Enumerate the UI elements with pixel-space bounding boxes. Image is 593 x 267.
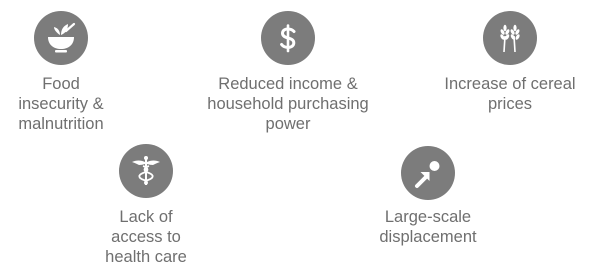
health-care-label: Lack of access to health care xyxy=(105,208,187,266)
displacement-item: Large-scale displacement xyxy=(358,146,498,247)
health-care-item: Lack of access to health care xyxy=(90,144,202,267)
displacement-arrow-icon xyxy=(401,146,455,200)
displacement-label: Large-scale displacement xyxy=(379,208,477,246)
food-bowl-icon xyxy=(34,11,88,65)
reduced-income-item: Reduced income & household purchasing po… xyxy=(186,11,390,134)
wheat-icon xyxy=(483,11,537,65)
dollar-sign-icon xyxy=(261,11,315,65)
cereal-prices-item: Increase of cereal prices xyxy=(430,11,590,114)
food-insecurity-label: Food insecurity & malnutrition xyxy=(18,75,104,133)
cereal-prices-label: Increase of cereal prices xyxy=(444,75,576,113)
caduceus-icon xyxy=(119,144,173,198)
reduced-income-label: Reduced income & household purchasing po… xyxy=(207,75,369,133)
food-insecurity-item: Food insecurity & malnutrition xyxy=(6,11,116,134)
